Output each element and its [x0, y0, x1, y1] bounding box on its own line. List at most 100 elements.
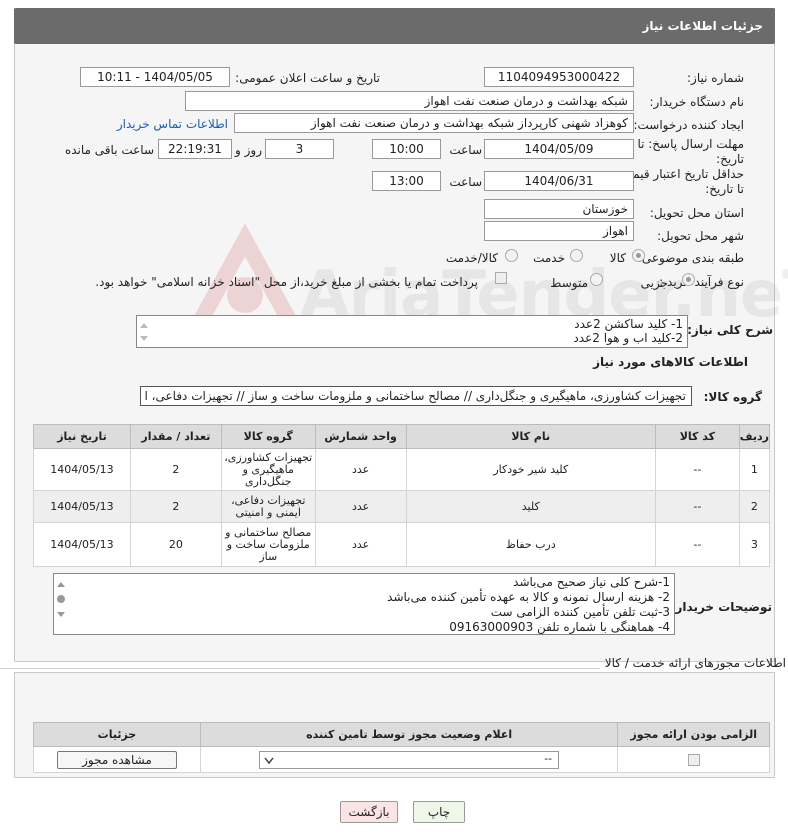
cell-item-name: درب حفاظ — [405, 522, 656, 567]
description-label: شرح کلی نیاز: — [687, 323, 773, 337]
cell-item-code: -- — [654, 522, 740, 567]
buyer-note-line: 3-ثبت تلفن تأمین کننده الزامی ست — [490, 605, 670, 619]
buyer-notes-scrollbar[interactable] — [56, 578, 66, 624]
province-label: استان محل تحویل: — [649, 206, 744, 220]
buyer-notes-textarea: 1-شرح کلی نیاز صحیح می‌باشد 2- هزینه ارس… — [53, 573, 675, 635]
col-row-number: ردیف — [738, 424, 771, 449]
cell-item-name: کلید شیر خودکار — [405, 448, 656, 491]
days-field: 3 — [265, 139, 334, 159]
category-radio-service[interactable] — [570, 249, 583, 262]
scroll-down-icon — [140, 336, 148, 341]
col-unit: واحد شمارش — [314, 424, 407, 449]
buyer-note-line: 2- هزینه ارسال نمونه و کالا به عهده تأمی… — [387, 590, 670, 604]
requester-label: ایجاد کننده درخواست: — [633, 118, 744, 132]
cell-need-date: 1404/05/13 — [33, 490, 131, 523]
table-row: -- مشاهده مجوز — [33, 746, 770, 773]
validity-time-field: 13:00 — [372, 171, 441, 191]
goods-table: ردیف کد کالا نام کالا واحد شمارش گروه کا… — [33, 424, 771, 567]
chevron-down-icon — [264, 757, 274, 764]
description-scrollbar[interactable] — [139, 318, 149, 346]
scroll-up-icon — [57, 582, 65, 587]
col-item-name: نام کالا — [405, 424, 656, 449]
deadline-label-date: تاریخ: — [716, 152, 744, 166]
col-item-code: کد کالا — [654, 424, 740, 449]
scroll-thumb-icon — [57, 595, 65, 603]
category-option-service: خدمت — [533, 251, 565, 265]
cell-permit-status: -- — [199, 746, 619, 773]
process-option-medium: متوسط — [550, 276, 588, 290]
cell-unit: عدد — [314, 490, 407, 523]
process-radio-medium[interactable] — [590, 273, 603, 286]
cell-need-date: 1404/05/13 — [33, 448, 131, 491]
col-permit-required: الزامی بودن ارائه مجوز — [617, 722, 770, 747]
payment-note: پرداخت تمام یا بخشی از مبلغ خرید،از محل … — [95, 275, 478, 289]
print-button[interactable]: چاپ — [413, 801, 465, 823]
buyer-note-line: 1-شرح کلی نیاز صحیح می‌باشد — [513, 575, 670, 589]
cell-row-number: 1 — [738, 448, 771, 491]
validity-label-date: تا تاریخ: — [705, 182, 744, 196]
contact-buyer-link[interactable]: اطلاعات تماس خریدار — [117, 117, 228, 131]
page-title: جزئیات اطلاعات نیاز — [14, 8, 775, 44]
buyer-notes-label: توضیحات خریدار: — [670, 600, 772, 614]
col-permit-status: اعلام وضعیت مجوز توسط تامین کننده — [199, 722, 619, 747]
days-label: روز و — [235, 143, 262, 157]
requester-field: کوهزاد شهنی کارپرداز شبکه بهداشت و درمان… — [234, 113, 634, 133]
announce-label: تاریخ و ساعت اعلان عمومی: — [235, 71, 380, 85]
cell-permit-details: مشاهده مجوز — [33, 746, 201, 773]
buyer-org-label: نام دستگاه خریدار: — [649, 95, 745, 109]
remaining-time-field: 22:19:31 — [158, 139, 232, 159]
description-line: 1- کلید ساکشن 2عدد — [574, 317, 683, 331]
permit-status-select[interactable]: -- — [259, 750, 560, 769]
city-label: شهر محل تحویل: — [657, 229, 744, 243]
category-label: طبقه بندی موضوعی: — [637, 251, 744, 265]
validity-date-field: 1404/06/31 — [484, 171, 634, 191]
category-radio-goods[interactable] — [632, 249, 645, 262]
cell-item-code: -- — [654, 490, 740, 523]
cell-quantity: 2 — [129, 490, 222, 523]
province-field: خوزستان — [484, 199, 634, 219]
city-field: اهواز — [484, 221, 634, 241]
cell-unit: عدد — [314, 448, 407, 491]
cell-need-date: 1404/05/13 — [33, 522, 131, 567]
goods-table-header: ردیف کد کالا نام کالا واحد شمارش گروه کا… — [33, 424, 771, 449]
need-number-field: 1104094953000422 — [484, 67, 634, 87]
deadline-time-label: ساعت — [449, 143, 482, 157]
permit-status-value: -- — [544, 751, 553, 765]
table-row: 1 -- کلید شیر خودکار عدد تجهیزات کشاورزی… — [33, 448, 771, 491]
cell-unit: عدد — [314, 522, 407, 567]
validity-label: حداقل تاریخ اعتبار قیمت: — [617, 167, 744, 181]
process-label: نوع فرآیند خرید : — [659, 275, 744, 289]
permits-table-header: الزامی بودن ارائه مجوز اعلام وضعیت مجوز … — [33, 722, 770, 747]
goods-group-label: گروه کالا: — [703, 390, 762, 404]
goods-section-title: اطلاعات کالاهای مورد نیاز — [593, 355, 748, 369]
deadline-time-field: 10:00 — [372, 139, 441, 159]
announce-field: 1404/05/05 - 10:11 — [80, 67, 230, 87]
goods-group-field: تجهیزات کشاورزی، ماهیگیری و جنگل‌داری //… — [140, 386, 692, 406]
process-option-partial: جزیی — [640, 276, 668, 290]
category-option-goods: کالا — [609, 251, 626, 265]
col-item-group: گروه کالا — [220, 424, 316, 449]
scroll-down-icon — [57, 612, 65, 617]
description-line: 2-کلید اب و هوا 2عدد — [573, 331, 683, 345]
payment-checkbox[interactable] — [495, 272, 507, 284]
cell-row-number: 2 — [738, 490, 771, 523]
deadline-label: مهلت ارسال پاسخ: تا — [637, 137, 744, 151]
cell-item-group: تجهیزات کشاورزی، ماهیگیری و جنگل‌داری — [220, 448, 316, 491]
cell-item-group: تجهیزات دفاعی، ایمنی و امنیتی — [220, 490, 316, 523]
validity-time-label: ساعت — [449, 175, 482, 189]
table-row: 2 -- کلید عدد تجهیزات دفاعی، ایمنی و امن… — [33, 490, 771, 523]
remaining-label: ساعت باقی مانده — [64, 143, 154, 157]
cell-item-code: -- — [654, 448, 740, 491]
deadline-date-field: 1404/05/09 — [484, 139, 634, 159]
back-button[interactable]: بازگشت — [340, 801, 398, 823]
need-number-label: شماره نیاز: — [687, 71, 744, 85]
process-radio-partial[interactable] — [682, 273, 695, 286]
view-permit-button[interactable]: مشاهده مجوز — [56, 750, 177, 769]
category-option-goods-service: کالا/خدمت — [445, 251, 498, 265]
scroll-up-icon — [140, 323, 148, 328]
category-radio-goods-service[interactable] — [505, 249, 518, 262]
col-need-date: تاریخ نیاز — [33, 424, 131, 449]
cell-quantity: 2 — [129, 448, 222, 491]
permit-required-checkbox[interactable] — [687, 753, 700, 766]
buyer-note-line: 4- هماهنگی با شماره تلفن 09163000903 — [449, 620, 670, 634]
